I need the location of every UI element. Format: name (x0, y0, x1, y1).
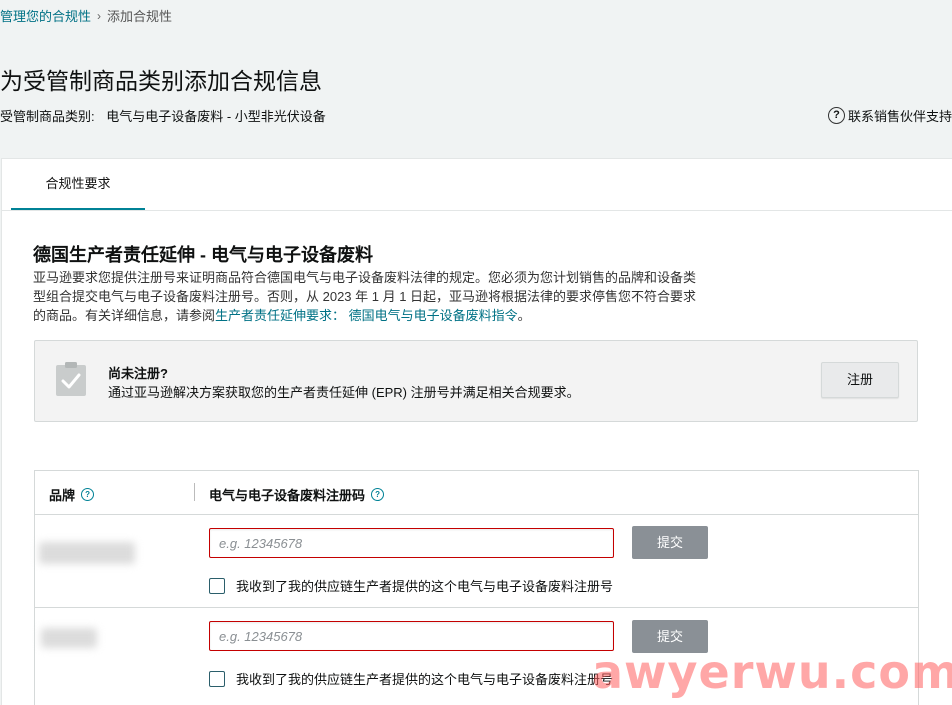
registration-number-input[interactable] (209, 621, 614, 651)
registration-notice: 尚未注册? 通过亚马逊解决方案获取您的生产者责任延伸 (EPR) 注册号并满足相… (34, 340, 918, 422)
description-end: 。 (517, 308, 531, 323)
supplier-confirm-label: 我收到了我的供应链生产者提供的这个电气与电子设备废料注册号 (236, 579, 614, 594)
section-title: 德国生产者责任延伸 - 电气与电子设备废料 (33, 245, 373, 265)
category-label: 受管制商品类别: (0, 109, 95, 124)
category-value: 电气与电子设备废料 - 小型非光伏设备 (106, 109, 326, 124)
chevron-right-icon: › (97, 8, 102, 23)
register-button[interactable]: 注册 (821, 362, 899, 398)
column-divider (194, 483, 195, 501)
brand-header-label: 品牌 (49, 488, 76, 503)
breadcrumb: 管理您的合规性 › 添加合规性 (0, 6, 172, 25)
watermark: awyerwu.com (592, 645, 952, 699)
supplier-confirm-checkbox[interactable] (209, 671, 225, 687)
tab-bar: 合规性要求 (2, 159, 952, 211)
registration-column-header: 电气与电子设备废料注册码 ? (209, 485, 385, 504)
question-circle-icon[interactable]: ? (81, 488, 95, 501)
question-circle-icon: ? (827, 107, 845, 124)
brand-name-redacted (39, 542, 135, 564)
question-circle-icon[interactable]: ? (371, 488, 385, 501)
clipboard-check-icon (56, 362, 86, 396)
brand-name-redacted (41, 628, 97, 648)
table-header: 品牌 ? 电气与电子设备废料注册码 ? (35, 471, 918, 515)
section-description: 亚马逊要求您提供注册号来证明商品符合德国电气与电子设备废料法律的规定。您必须为您… (33, 268, 703, 325)
contact-support-label: 联系销售伙伴支持 (847, 109, 952, 124)
supplier-confirm-checkbox[interactable] (209, 578, 225, 594)
contact-support-link[interactable]: ? 联系销售伙伴支持 (827, 106, 952, 125)
registration-number-input[interactable] (209, 528, 614, 558)
weee-directive-link[interactable]: 生产者责任延伸要求： 德国电气与电子设备废料指令 (215, 308, 518, 323)
category-line: 受管制商品类别: 电气与电子设备废料 - 小型非光伏设备 (0, 106, 326, 125)
page-title: 为受管制商品类别添加合规信息 (0, 68, 322, 94)
tab-compliance-requirements[interactable]: 合规性要求 (11, 159, 145, 210)
registration-header-label: 电气与电子设备废料注册码 (209, 488, 366, 503)
breadcrumb-manage-compliance-link[interactable]: 管理您的合规性 (0, 6, 91, 25)
table-row: 提交 我收到了我的供应链生产者提供的这个电气与电子设备废料注册号 (35, 515, 918, 608)
notice-title: 尚未注册? (108, 366, 168, 381)
brand-column-header: 品牌 ? (49, 485, 95, 504)
notice-text: 通过亚马逊解决方案获取您的生产者责任延伸 (EPR) 注册号并满足相关合规要求。 (108, 385, 580, 400)
supplier-confirm-label: 我收到了我的供应链生产者提供的这个电气与电子设备废料注册号 (236, 672, 614, 687)
breadcrumb-current: 添加合规性 (107, 9, 173, 24)
submit-button[interactable]: 提交 (632, 526, 708, 559)
